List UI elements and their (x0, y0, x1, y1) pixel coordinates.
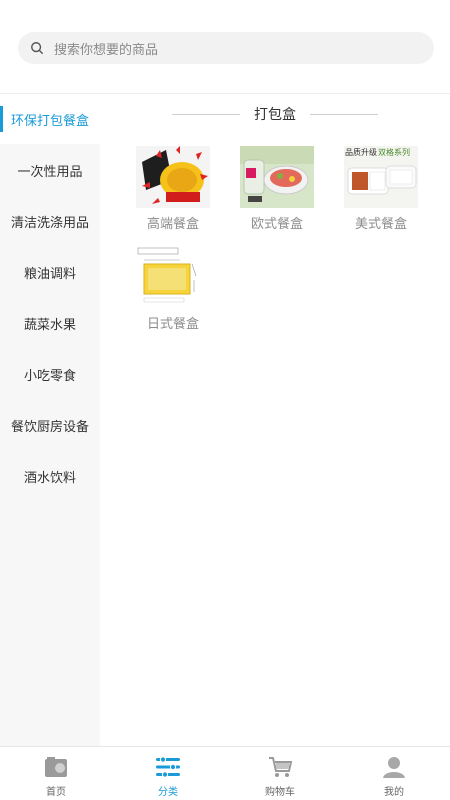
category-content: 打包盒 高端餐盒 欧式餐盒 品质升级 双格系列 美式餐盒 日式餐盒 (100, 94, 450, 746)
product-item[interactable]: 高端餐盒 (136, 146, 210, 232)
tab-home[interactable]: 首页 (0, 747, 112, 800)
sidebar-item-kitchen-equipment[interactable]: 餐饮厨房设备 (0, 400, 100, 450)
product-image: 品质升级 双格系列 (344, 146, 418, 208)
title-divider (172, 114, 240, 115)
product-image (136, 146, 210, 208)
sidebar-item-label: 小吃零食 (23, 367, 76, 383)
title-divider (310, 114, 378, 115)
sidebar-item-label: 餐饮厨房设备 (10, 418, 89, 434)
sidebar-item-packaging-boxes[interactable]: 环保打包餐盒 (0, 94, 100, 144)
product-item[interactable]: 品质升级 双格系列 美式餐盒 (344, 146, 418, 232)
tab-label: 我的 (384, 787, 404, 798)
product-name: 美式餐盒 (354, 216, 407, 231)
sidebar-item-disposables[interactable]: 一次性用品 (0, 145, 100, 195)
search-icon (31, 42, 43, 54)
tab-label: 分类 (158, 787, 178, 798)
tab-cart[interactable]: 购物车 (224, 747, 336, 800)
svg-text:双格系列: 双格系列 (378, 147, 410, 157)
sidebar-item-label: 清洁洗涤用品 (10, 214, 89, 230)
search-input[interactable]: 搜索你想要的商品 (18, 32, 434, 64)
bottom-tab-bar: 首页 分类 购物车 我的 (0, 746, 450, 800)
product-item[interactable]: 日式餐盒 (136, 246, 210, 332)
sidebar-item-cleaning[interactable]: 清洁洗涤用品 (0, 196, 100, 246)
sidebar-item-label: 环保打包餐盒 (10, 112, 89, 128)
cart-icon (269, 757, 293, 777)
product-image (240, 146, 314, 208)
tab-profile[interactable]: 我的 (338, 747, 450, 800)
category-icon (156, 756, 180, 778)
svg-text:品质升级: 品质升级 (345, 147, 377, 157)
product-name: 欧式餐盒 (250, 216, 303, 231)
product-name: 日式餐盒 (146, 316, 199, 331)
sidebar-item-grain-oil[interactable]: 粮油调料 (0, 247, 100, 297)
section-title: 打包盒 (100, 104, 450, 124)
category-sidebar: 环保打包餐盒 一次性用品 清洁洗涤用品 粮油调料 蔬菜水果 小吃零食 餐饮厨房设… (0, 94, 100, 746)
product-item[interactable]: 欧式餐盒 (240, 146, 314, 232)
user-icon (383, 757, 405, 778)
sidebar-item-label: 蔬菜水果 (23, 316, 76, 332)
sidebar-item-snacks[interactable]: 小吃零食 (0, 349, 100, 399)
tab-label: 首页 (46, 787, 66, 798)
product-image (136, 246, 210, 308)
sidebar-item-label: 酒水饮料 (23, 469, 76, 485)
sidebar-item-label: 粮油调料 (23, 265, 76, 281)
sidebar-item-drinks[interactable]: 酒水饮料 (0, 451, 100, 501)
product-name: 高端餐盒 (146, 216, 199, 231)
header: 搜索你想要的商品 (0, 0, 450, 94)
search-placeholder: 搜索你想要的商品 (54, 41, 159, 57)
section-title-text: 打包盒 (254, 106, 296, 122)
sidebar-item-vegetables-fruits[interactable]: 蔬菜水果 (0, 298, 100, 348)
tab-category[interactable]: 分类 (112, 747, 224, 800)
sidebar-item-label: 一次性用品 (17, 163, 83, 179)
tab-label: 购物车 (265, 787, 295, 798)
home-icon (45, 757, 67, 777)
